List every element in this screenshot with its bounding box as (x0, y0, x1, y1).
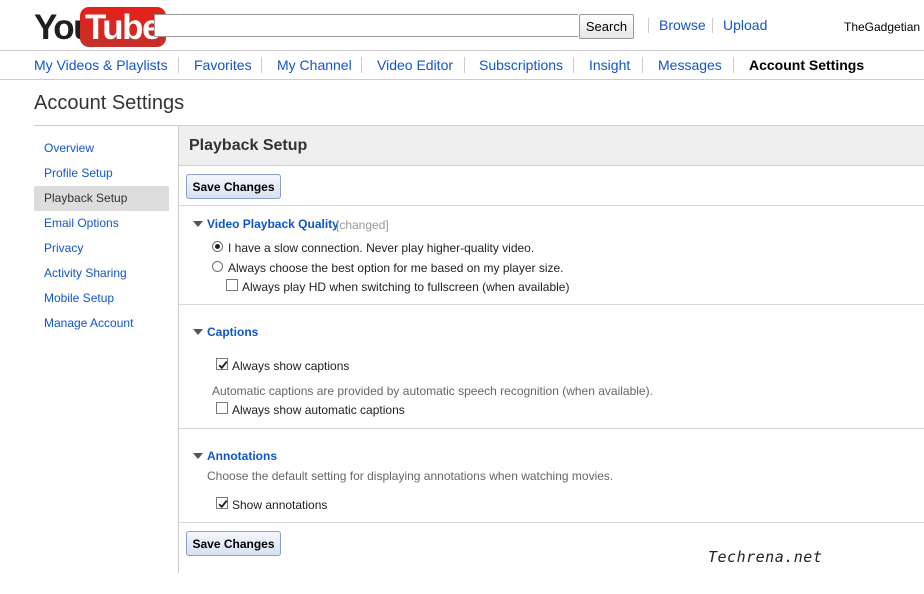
nav-my-videos[interactable]: My Videos & Playlists (34, 57, 168, 73)
nav-favorites[interactable]: Favorites (194, 57, 252, 73)
collapse-triangle-icon[interactable] (193, 329, 203, 335)
nav-video-editor[interactable]: Video Editor (377, 57, 453, 73)
checkbox-always-show-captions-label[interactable]: Always show captions (232, 359, 349, 373)
sidebar-item-email-options[interactable]: Email Options (34, 211, 169, 236)
checkbox-automatic-captions-label[interactable]: Always show automatic captions (232, 403, 405, 417)
collapse-triangle-icon[interactable] (193, 221, 203, 227)
search-button[interactable]: Search (579, 14, 634, 39)
checkmark-icon (218, 361, 228, 370)
radio-slow-connection[interactable] (212, 241, 223, 252)
sidebar-item-overview[interactable]: Overview (34, 136, 169, 161)
sidebar-item-privacy[interactable]: Privacy (34, 236, 169, 261)
nav-messages[interactable]: Messages (658, 57, 722, 73)
nav-separator (178, 57, 179, 73)
checkbox-automatic-captions[interactable] (216, 402, 228, 414)
captions-group-title[interactable]: Captions (207, 325, 258, 339)
annotations-description: Choose the default setting for displayin… (207, 469, 614, 483)
section-title: Playback Setup (189, 137, 308, 154)
quality-group-title[interactable]: Video Playback Quality (207, 217, 339, 231)
divider (179, 428, 924, 429)
watermark-text: Techrena.net (708, 548, 823, 566)
checkbox-always-show-captions[interactable] (216, 358, 228, 370)
checkbox-show-annotations-label[interactable]: Show annotations (232, 498, 327, 512)
annotations-group-title[interactable]: Annotations (207, 449, 277, 463)
nav-separator (261, 57, 262, 73)
sidebar-item-playback-setup[interactable]: Playback Setup (34, 186, 169, 211)
checkmark-icon (218, 500, 228, 509)
nav-my-channel[interactable]: My Channel (277, 57, 352, 73)
save-changes-button-bottom[interactable]: Save Changes (186, 531, 281, 556)
save-changes-button-top[interactable]: Save Changes (186, 174, 281, 199)
nav-subscriptions[interactable]: Subscriptions (479, 57, 563, 73)
radio-slow-connection-label[interactable]: I have a slow connection. Never play hig… (228, 241, 534, 255)
upload-link[interactable]: Upload (723, 17, 767, 33)
sidebar-item-manage-account[interactable]: Manage Account (34, 311, 169, 336)
nav-account-settings[interactable]: Account Settings (749, 57, 864, 73)
username-link[interactable]: TheGadgetian (844, 20, 920, 34)
checkbox-show-annotations[interactable] (216, 497, 228, 509)
checkbox-hd-fullscreen-label[interactable]: Always play HD when switching to fullscr… (242, 280, 569, 294)
browse-link[interactable]: Browse (659, 17, 706, 33)
divider (179, 205, 924, 206)
sidebar-item-activity-sharing[interactable]: Activity Sharing (34, 261, 169, 286)
nav-separator (464, 57, 465, 73)
nav-separator (361, 57, 362, 73)
sidebar-item-mobile-setup[interactable]: Mobile Setup (34, 286, 169, 311)
divider (179, 522, 924, 523)
nav-separator (573, 57, 574, 73)
nav-separator (733, 57, 734, 73)
nav-separator (642, 57, 643, 73)
logo-tube-text: Tube (85, 8, 162, 47)
automatic-captions-note: Automatic captions are provided by autom… (212, 384, 653, 398)
collapse-triangle-icon[interactable] (193, 453, 203, 459)
nav-insight[interactable]: Insight (589, 57, 630, 73)
page-title: Account Settings (34, 92, 185, 114)
search-input[interactable] (154, 14, 578, 37)
radio-best-option[interactable] (212, 261, 223, 272)
content-left-border (178, 125, 179, 573)
divider (179, 304, 924, 305)
radio-best-option-label[interactable]: Always choose the best option for me bas… (228, 261, 564, 275)
header-separator (712, 18, 713, 33)
youtube-logo[interactable]: You Tube (34, 6, 166, 47)
header-separator (648, 18, 649, 33)
sidebar-item-profile-setup[interactable]: Profile Setup (34, 161, 169, 186)
changed-indicator: [changed] (336, 218, 389, 232)
checkbox-hd-fullscreen[interactable] (226, 279, 238, 291)
